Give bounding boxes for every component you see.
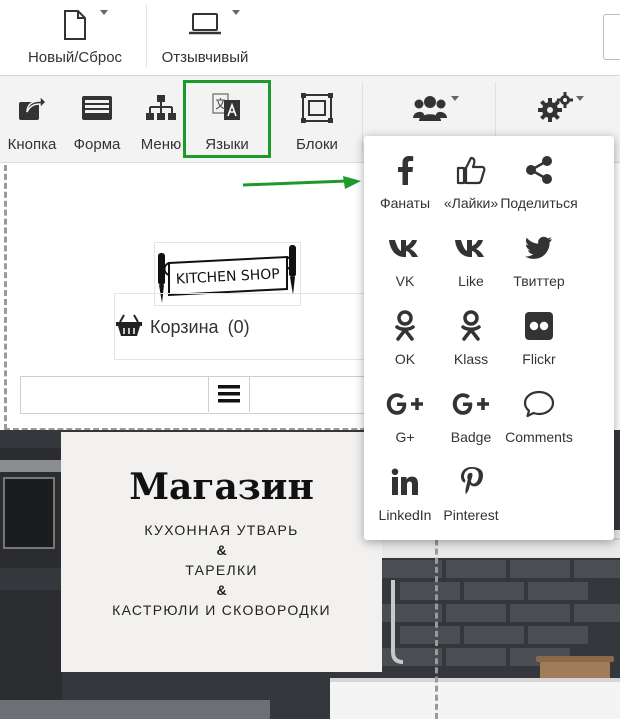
hero-text-panel[interactable]: Магазин КУХОННАЯ УТВАРЬ & ТАРЕЛКИ & КАСТ… bbox=[61, 432, 382, 672]
social-item-label: «Лайки» bbox=[443, 195, 499, 211]
new-document-icon bbox=[62, 10, 88, 40]
cart-label: Корзина bbox=[150, 317, 219, 337]
responsive-button[interactable]: Отзывчивый bbox=[155, 0, 255, 75]
gears-icon bbox=[537, 92, 573, 124]
button-tool[interactable]: Кнопка bbox=[4, 76, 60, 162]
google-plus-icon bbox=[385, 388, 425, 420]
toolbar-divider bbox=[146, 5, 147, 67]
form-icon bbox=[81, 92, 113, 124]
toolbar-divider bbox=[362, 82, 363, 152]
menu-tool-label: Меню bbox=[140, 136, 182, 153]
hero-amp-1: & bbox=[216, 542, 227, 558]
social-item-label: Фанаты bbox=[379, 195, 431, 211]
google-plus-badge-icon bbox=[451, 388, 491, 420]
chevron-down-icon bbox=[451, 96, 459, 101]
languages-highlight-frame bbox=[183, 80, 271, 158]
basket-icon bbox=[115, 313, 143, 342]
linkedin-icon bbox=[391, 466, 419, 498]
social-item-label: LinkedIn bbox=[378, 507, 432, 523]
hamburger-menu-button[interactable] bbox=[208, 376, 250, 412]
hero-amp-2: & bbox=[216, 582, 227, 598]
social-item-pinterest[interactable]: Pinterest bbox=[426, 466, 516, 523]
menu-tool[interactable]: Меню bbox=[136, 76, 186, 162]
vk-like-icon bbox=[454, 232, 488, 264]
hero-line-3: КАСТРЮЛИ И СКОВОРОДКИ bbox=[112, 602, 331, 618]
search-bar[interactable] bbox=[20, 376, 382, 414]
odnoklassniki-icon bbox=[394, 310, 416, 342]
laptop-icon bbox=[188, 10, 222, 40]
social-item-label: Comments bbox=[505, 429, 573, 445]
new-reset-label: Новый/Сброс bbox=[27, 49, 123, 66]
vk-icon bbox=[388, 232, 422, 264]
social-item-label: Like bbox=[458, 273, 484, 289]
share-icon bbox=[524, 154, 554, 186]
button-tool-label: Кнопка bbox=[7, 136, 57, 153]
chevron-down-icon bbox=[576, 96, 584, 101]
thumbs-up-icon bbox=[456, 154, 486, 186]
hero-line-2: ТАРЕЛКИ bbox=[185, 562, 258, 578]
odnoklassniki-klass-icon bbox=[460, 310, 482, 342]
share-box-icon bbox=[17, 92, 47, 124]
facebook-icon bbox=[396, 154, 414, 186]
sitemap-icon bbox=[145, 92, 177, 124]
social-item-label: Поделиться bbox=[500, 195, 578, 211]
hero-title: Магазин bbox=[129, 466, 314, 508]
social-item-comments[interactable]: Comments bbox=[494, 388, 584, 445]
blocks-tool[interactable]: Блоки bbox=[290, 76, 344, 162]
cart-label-wrap: Корзина (0) bbox=[150, 317, 250, 338]
new-reset-button[interactable]: Новый/Сброс bbox=[20, 0, 130, 75]
responsive-label: Отзывчивый bbox=[161, 49, 249, 66]
cart-count: (0) bbox=[227, 317, 250, 337]
flickr-icon bbox=[525, 310, 553, 342]
guide-line bbox=[4, 165, 7, 430]
social-item-share[interactable]: Поделиться bbox=[494, 154, 584, 211]
social-item-label: Pinterest bbox=[443, 507, 499, 523]
twitter-icon bbox=[525, 232, 553, 264]
users-icon bbox=[413, 92, 447, 124]
social-item-label: Твиттер bbox=[513, 273, 565, 289]
social-item-label: G+ bbox=[395, 429, 415, 445]
form-tool-label: Форма bbox=[73, 136, 121, 153]
form-tool[interactable]: Форма bbox=[70, 76, 124, 162]
social-dropdown: Фанаты «Лайки» Поделиться VK Like Твитте… bbox=[364, 136, 614, 540]
social-item-label: Flickr bbox=[522, 351, 556, 367]
pointer-arrow bbox=[242, 176, 363, 197]
social-item-label: Badge bbox=[450, 429, 492, 445]
chevron-down-icon bbox=[232, 10, 240, 15]
blocks-icon bbox=[301, 92, 333, 124]
social-item-label: Klass bbox=[453, 351, 489, 367]
social-item-label: VK bbox=[395, 273, 415, 289]
social-item-label: OK bbox=[394, 351, 416, 367]
top-right-input[interactable] bbox=[603, 14, 620, 60]
hero-line-1: КУХОННАЯ УТВАРЬ bbox=[144, 522, 299, 538]
comment-icon bbox=[523, 388, 555, 420]
top-toolbar: Новый/Сброс Отзывчивый bbox=[0, 0, 620, 76]
hamburger-icon bbox=[218, 385, 240, 403]
blocks-tool-label: Блоки bbox=[296, 136, 338, 153]
social-item-flickr[interactable]: Flickr bbox=[494, 310, 584, 367]
pinterest-icon bbox=[459, 466, 483, 498]
chevron-down-icon bbox=[100, 10, 108, 15]
social-item-twitter[interactable]: Твиттер bbox=[494, 232, 584, 289]
